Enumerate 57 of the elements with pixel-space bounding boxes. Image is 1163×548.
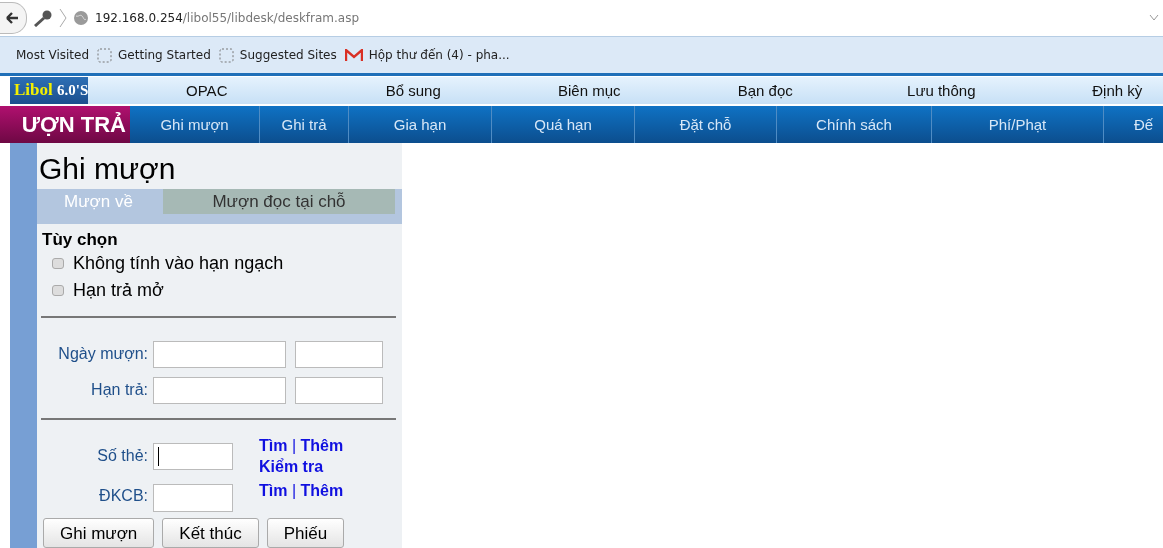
bookmark-link[interactable]: Suggested Sites	[218, 47, 337, 63]
submenu-item[interactable]: Quá hạn	[534, 116, 592, 133]
bookmark-link[interactable]: Getting Started	[97, 47, 211, 63]
time-field[interactable]	[295, 340, 383, 368]
checkbox-label: Không tính vào hạn ngạch	[73, 253, 284, 274]
submenu-item[interactable]: Gia hạn	[393, 116, 447, 133]
copy-number-field[interactable]	[153, 484, 233, 512]
bookmark-link[interactable]: Hộp thư đến (4) - pha...	[344, 48, 510, 62]
options-heading: Tùy chọn	[42, 230, 119, 250]
page-icon	[218, 47, 234, 63]
checkbox-label: Hạn trả mở	[73, 280, 164, 301]
link-separator: |	[291, 482, 297, 499]
submenu-item[interactable]: Ghi mượn	[160, 116, 229, 133]
page-icon	[97, 47, 113, 63]
menu-item[interactable]: OPAC	[88, 77, 326, 104]
date-field[interactable]	[153, 340, 286, 368]
action-button[interactable]: Ghi mượn	[43, 518, 155, 548]
card-number-field[interactable]	[153, 442, 233, 470]
link-separator: |	[291, 437, 297, 454]
time-field[interactable]	[295, 376, 383, 404]
url-text[interactable]: 192.168.0.254/libol55/libdesk/deskfram.asp	[95, 11, 360, 25]
checkbox[interactable]	[52, 258, 64, 269]
checkbox[interactable]	[52, 285, 64, 296]
submenu-item[interactable]: Phí/Phạt	[988, 116, 1047, 133]
back-button[interactable]	[0, 2, 27, 34]
date-field[interactable]	[153, 376, 286, 404]
submenu-item[interactable]: Ghi trả	[281, 116, 327, 133]
field-label: Hạn trả:	[90, 381, 149, 399]
tab[interactable]: Mượn đọc tại chỗ	[163, 189, 395, 214]
submenu-item[interactable]: Chính sách	[816, 116, 892, 133]
logo: Libol 6.0'S	[10, 77, 89, 104]
search-link[interactable]: Tìm	[259, 482, 288, 499]
menu-item[interactable]: Định kỳ	[1029, 77, 1163, 104]
check-link[interactable]: Kiểm tra	[259, 458, 324, 475]
field-label: ĐKCB:	[98, 487, 149, 505]
action-button[interactable]: Kết thúc	[162, 518, 259, 548]
globe-icon	[73, 10, 89, 26]
add-link[interactable]: Thêm	[300, 437, 344, 454]
panel-title: Ghi mượn	[38, 151, 177, 187]
menu-item[interactable]: Biên mục	[501, 77, 678, 104]
chevron-icon	[59, 8, 67, 28]
search-link[interactable]: Tìm	[259, 437, 288, 454]
add-link[interactable]: Thêm	[300, 482, 344, 499]
bookmark-link[interactable]: Most Visited	[16, 48, 90, 62]
field-label: Số thẻ:	[96, 447, 149, 465]
menu-item[interactable]: Bạn đọc	[677, 77, 854, 104]
menu-item[interactable]: Bổ sung	[325, 77, 502, 104]
menu-item[interactable]: Lưu thông	[853, 77, 1030, 104]
mail-icon	[344, 48, 363, 62]
back-arrow-icon	[6, 11, 20, 25]
submenu-item[interactable]: Đặt chỗ	[679, 116, 732, 133]
section-title: ƯỢN TRẢ	[0, 106, 130, 143]
field-label: Ngày mượn:	[57, 345, 149, 363]
submenu-item[interactable]: Đế	[1133, 116, 1154, 133]
action-button[interactable]: Phiếu	[266, 518, 345, 548]
dropdown-icon[interactable]	[1149, 14, 1159, 22]
key-icon[interactable]	[33, 9, 53, 27]
